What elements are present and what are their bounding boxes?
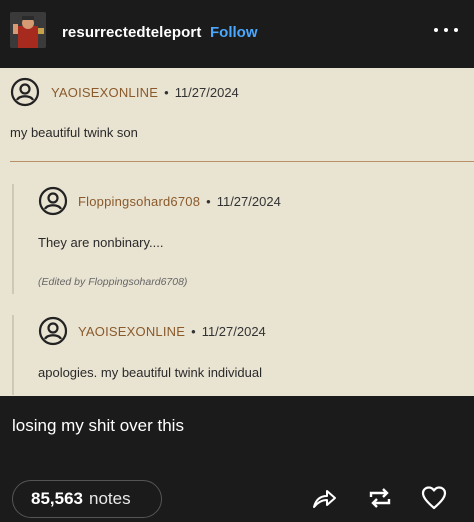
share-button[interactable]: [310, 484, 338, 514]
comment-date: 11/27/2024: [174, 84, 239, 100]
comment-username: Floppingsohard6708: [78, 193, 201, 209]
user-circle-icon: [38, 186, 68, 216]
comment-username: YAOISEXONLINE: [51, 84, 159, 100]
comment-header: Floppingsohard6708 • 11/27/2024: [38, 186, 281, 216]
post-caption: losing my shit over this: [12, 416, 184, 435]
thread-line: [12, 315, 14, 395]
divider: [10, 161, 474, 162]
more-options-icon[interactable]: [434, 20, 458, 40]
screenshot-image: YAOISEXONLINE • 11/27/2024 my beautiful …: [0, 68, 474, 396]
separator-dot: •: [191, 323, 196, 339]
notes-count: 85,563: [31, 489, 83, 508]
like-button[interactable]: [420, 484, 448, 514]
comment-header: YAOISEXONLINE • 11/27/2024: [10, 77, 239, 107]
separator-dot: •: [206, 193, 211, 209]
notes-button[interactable]: 85,563 notes: [12, 480, 162, 518]
notes-label: notes: [89, 489, 131, 508]
comment-date: 11/27/2024: [201, 323, 266, 339]
comment-text: apologies. my beautiful twink individual: [38, 365, 263, 380]
post-username[interactable]: resurrectedteleport: [62, 24, 201, 41]
comment-text: They are nonbinary....: [38, 235, 164, 250]
share-icon: [313, 490, 336, 508]
user-circle-icon: [10, 77, 40, 107]
heart-icon: [421, 486, 447, 510]
thread-line: [12, 184, 14, 294]
edited-note: (Edited by Floppingsohard6708): [38, 276, 188, 288]
reblog-icon: [369, 488, 391, 508]
comment-date: 11/27/2024: [216, 193, 281, 209]
comment-text: my beautiful twink son: [10, 125, 138, 140]
reblog-button[interactable]: [366, 484, 394, 514]
post-header: resurrectedteleport Follow: [0, 0, 474, 68]
user-circle-icon: [38, 316, 68, 346]
comment-header: YAOISEXONLINE • 11/27/2024: [38, 316, 266, 346]
follow-button[interactable]: Follow: [210, 24, 258, 41]
separator-dot: •: [164, 84, 169, 100]
avatar-image: [10, 12, 46, 48]
comment-username: YAOISEXONLINE: [78, 323, 186, 339]
avatar[interactable]: [10, 12, 46, 48]
